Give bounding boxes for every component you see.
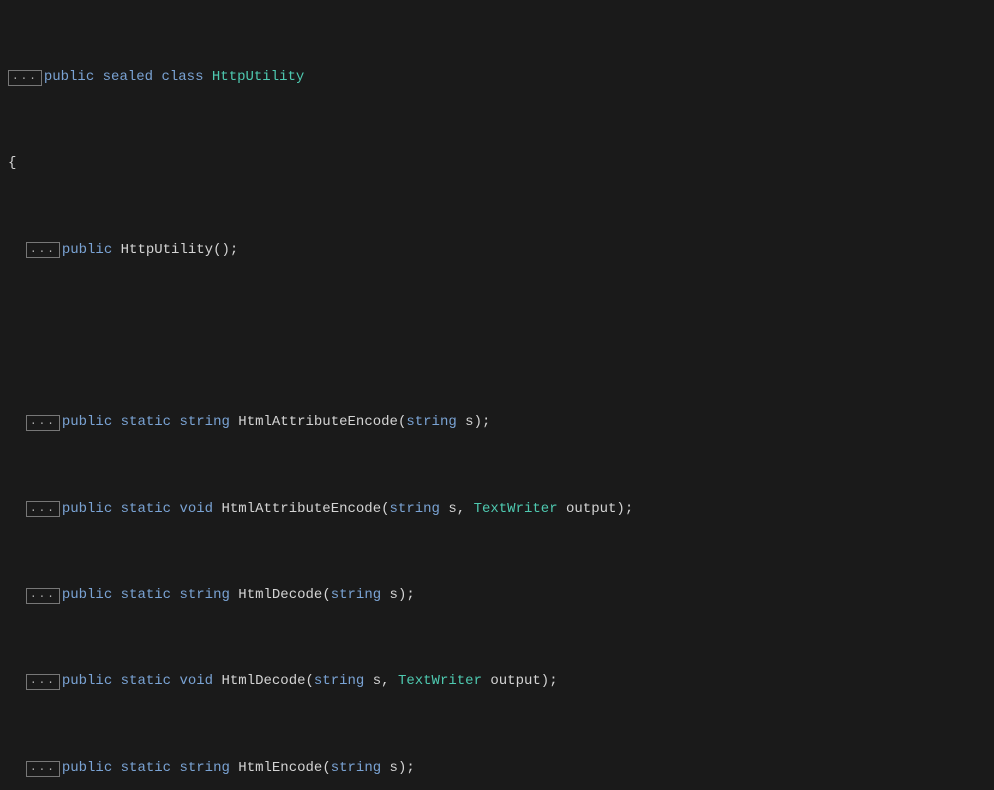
code-line (0, 326, 994, 348)
code-line: ...public static string HtmlEncode(strin… (0, 758, 994, 780)
fold-icon[interactable]: ... (26, 242, 60, 258)
code-line: ...public sealed class HttpUtility (0, 67, 994, 89)
code-line: ...public static void HtmlAttributeEncod… (0, 499, 994, 521)
code-line: { (0, 153, 994, 175)
fold-icon[interactable]: ... (26, 415, 60, 431)
code-line: ...public static string HtmlDecode(strin… (0, 585, 994, 607)
code-line: ...public static void HtmlDecode(string … (0, 671, 994, 693)
code-line: ...public static string HtmlAttributeEnc… (0, 412, 994, 434)
fold-icon[interactable]: ... (26, 501, 60, 517)
code-editor[interactable]: ...public sealed class HttpUtility { ...… (0, 0, 994, 790)
fold-icon[interactable]: ... (26, 674, 60, 690)
fold-icon[interactable]: ... (8, 70, 42, 86)
fold-icon[interactable]: ... (26, 588, 60, 604)
code-line: ...public HttpUtility(); (0, 240, 994, 262)
fold-icon[interactable]: ... (26, 761, 60, 777)
